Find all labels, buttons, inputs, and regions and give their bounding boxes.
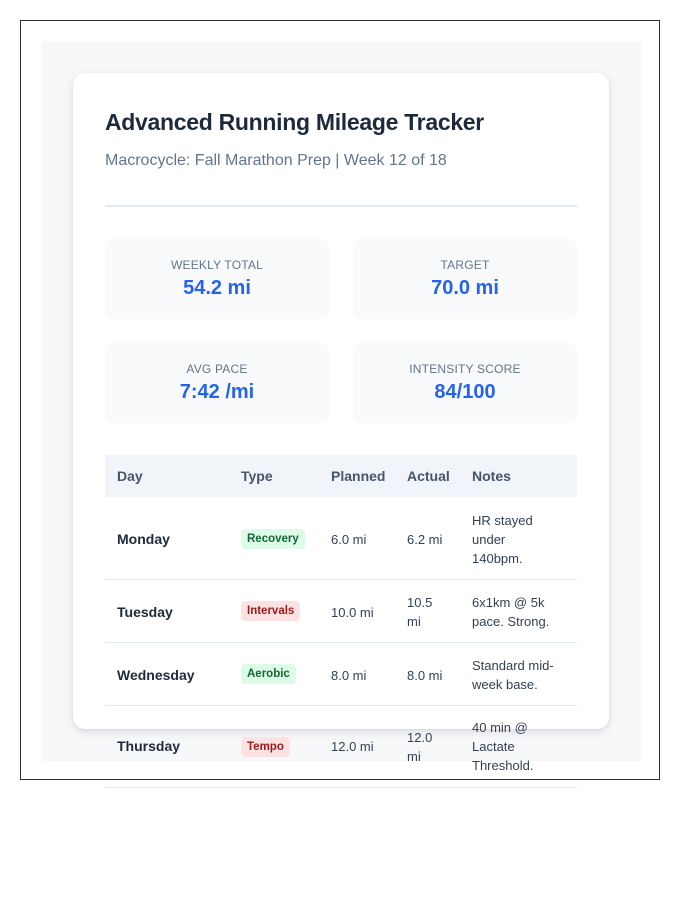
cell-planned: 8.0 mi: [331, 668, 367, 683]
type-badge-aerobic: Aerobic: [241, 664, 296, 684]
page-title: Advanced Running Mileage Tracker: [105, 109, 484, 135]
stat-target: Target 70.0 mi: [353, 239, 577, 319]
cell-notes: Standard mid-week base.: [472, 658, 554, 692]
stat-value: 70.0 mi: [431, 277, 499, 299]
stat-label: Avg Pace: [186, 362, 248, 376]
column-header-actual[interactable]: Actual: [407, 468, 450, 484]
cell-notes: HR stayed under 140bpm.: [472, 513, 533, 566]
stat-label: Weekly Total: [171, 258, 263, 272]
cell-actual: 6.2 mi: [407, 532, 443, 547]
stat-weekly-total: Weekly Total 54.2 mi: [105, 239, 329, 319]
column-header-notes[interactable]: Notes: [472, 468, 511, 484]
page-subtitle: Macrocycle: Fall Marathon Prep | Week 12…: [105, 152, 447, 169]
header-divider: [105, 205, 577, 207]
type-badge-recovery: Recovery: [241, 529, 305, 549]
content-layer: Advanced Running Mileage Tracker Macrocy…: [0, 0, 700, 900]
stat-value: 7:42 /mi: [179, 381, 255, 403]
column-header-planned[interactable]: Planned: [331, 468, 385, 484]
cell-notes: 6x1km @ 5k pace. Strong.: [472, 595, 550, 629]
cell-day: Wednesday: [117, 667, 195, 683]
stat-value: 84/100: [434, 381, 496, 403]
cell-day: Tuesday: [117, 604, 173, 620]
column-header-type[interactable]: Type: [241, 468, 273, 484]
table-row[interactable]: Wednesday Aerobic 8.0 mi 8.0 mi Standard…: [105, 643, 577, 706]
cell-planned: 12.0 mi: [331, 739, 374, 754]
table-row[interactable]: Thursday Tempo 12.0 mi 12.0 mi 40 min @ …: [105, 706, 577, 788]
table-row[interactable]: Tuesday Intervals 10.0 mi 10.5 mi 6x1km …: [105, 580, 577, 643]
cell-actual: 10.5 mi: [407, 595, 433, 629]
table-row[interactable]: Monday Recovery 6.0 mi 6.2 mi HR stayed …: [105, 497, 577, 580]
stat-avg-pace: Avg Pace 7:42 /mi: [105, 343, 329, 423]
stat-label: Target: [440, 258, 490, 272]
cell-planned: 10.0 mi: [331, 605, 374, 620]
stat-value: 54.2 mi: [183, 277, 251, 299]
cell-actual: 12.0 mi: [407, 730, 433, 764]
stat-intensity-score: Intensity Score 84/100: [353, 343, 577, 423]
cell-planned: 6.0 mi: [331, 532, 367, 547]
type-badge-intervals: Intervals: [241, 601, 301, 621]
cell-notes: 40 min @ Lactate Threshold.: [472, 720, 534, 773]
stat-label: Intensity Score: [409, 362, 521, 376]
cell-day: Thursday: [117, 738, 181, 754]
table-header: Day Type Planned Actual Notes: [105, 455, 577, 497]
column-header-day[interactable]: Day: [117, 468, 143, 484]
type-badge-tempo: Tempo: [241, 737, 290, 757]
cell-actual: 8.0 mi: [407, 668, 443, 683]
cell-day: Monday: [117, 531, 170, 547]
